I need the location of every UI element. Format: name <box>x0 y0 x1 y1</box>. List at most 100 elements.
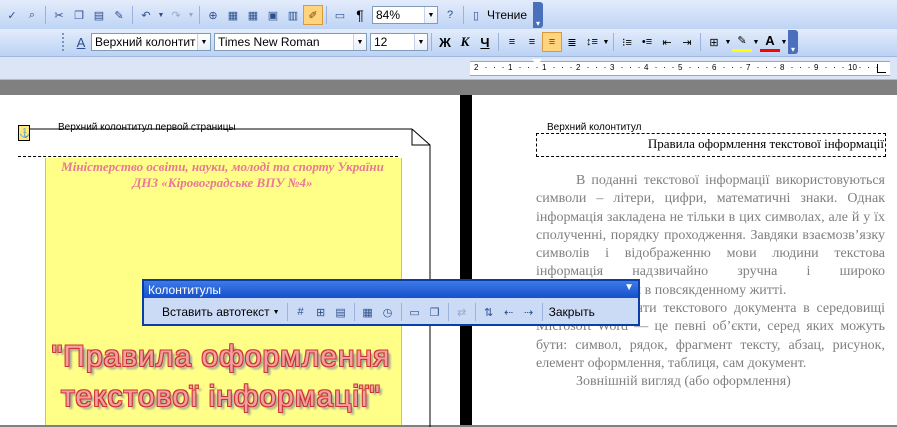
separator <box>463 6 464 24</box>
close-button[interactable]: Закрыть <box>546 305 598 319</box>
chevron-down-icon[interactable]: ▼ <box>197 34 210 50</box>
tables-borders-icon[interactable]: ▦ <box>223 5 243 25</box>
ruler-dot: · <box>773 62 777 72</box>
chevron-down-icon[interactable]: ▼ <box>353 34 366 50</box>
ruler-dot: · <box>688 62 692 72</box>
style-combo[interactable]: Верхний колонтит ▼ <box>91 33 211 51</box>
header-text: Правила оформлення текстової інформації <box>647 136 884 151</box>
copy-icon[interactable]: ❐ <box>69 5 89 25</box>
right-page[interactable]: Верхний колонтитул Правила оформлення те… <box>474 95 897 425</box>
cut-icon[interactable]: ✂ <box>49 5 69 25</box>
same-as-previous-icon[interactable]: ⇄ <box>452 302 472 322</box>
ruler-strip[interactable]: 2 · · · 1 · · · 1 · · · 2 · · · 3 · · · 4 · · · 5 · · · 6 · · · 7 · · · 8 · · ·… <box>470 59 890 76</box>
zoom-combo[interactable]: 84% ▼ <box>372 6 438 24</box>
highlight-icon[interactable]: ✎ <box>732 32 752 52</box>
separator <box>400 303 402 321</box>
separator <box>326 6 327 24</box>
ruler-dot: · <box>654 62 658 72</box>
borders-dropdown-icon[interactable]: ▼ <box>724 32 732 52</box>
align-left-icon[interactable]: ≡ <box>502 32 522 52</box>
time-icon[interactable]: ◷ <box>378 302 398 322</box>
show-formatting-icon[interactable]: ¶ <box>350 5 370 25</box>
numbering-icon[interactable]: ⁝≡ <box>617 32 637 52</box>
ruler-dot: · <box>620 62 624 72</box>
insert-autotext-button[interactable]: Вставить автотекст ▼ <box>158 305 284 319</box>
font-color-icon[interactable]: A <box>760 32 780 52</box>
font-color-dropdown-icon[interactable]: ▼ <box>780 32 788 52</box>
number-of-pages-icon[interactable]: ⊞ <box>311 302 331 322</box>
ruler-dot: · <box>501 62 505 72</box>
bold-button[interactable]: Ж <box>435 32 455 52</box>
line-spacing-icon[interactable]: ↕≡ <box>582 32 602 52</box>
reading-layout-icon[interactable]: ▯ <box>467 5 485 25</box>
font-combo[interactable]: Times New Roman ▼ <box>214 33 367 51</box>
toolbar-options-icon[interactable]: ▾ <box>533 2 544 28</box>
left-page[interactable]: Верхний колонтитул первой страницы ⚓ Мін… <box>0 95 458 427</box>
ruler-dot: · <box>518 62 522 72</box>
research-icon[interactable]: ⌕ <box>22 5 42 25</box>
formatting-toolbar: A Верхний колонтит ▼ Times New Roman ▼ 1… <box>0 29 897 57</box>
ruler-dot: · <box>867 62 870 72</box>
line-spacing-dropdown-icon[interactable]: ▼ <box>602 32 610 52</box>
spelling-icon[interactable]: ✓ <box>2 5 22 25</box>
anchor-icon[interactable]: ⚓ <box>18 125 30 141</box>
document-map-icon[interactable]: ▭ <box>330 5 350 25</box>
styles-formatting-icon[interactable]: A <box>71 32 91 52</box>
justify-icon[interactable]: ≣ <box>562 32 582 52</box>
underline-button[interactable]: Ч <box>475 32 495 52</box>
separator <box>286 303 288 321</box>
date-icon[interactable]: ▦ <box>358 302 378 322</box>
show-next-icon[interactable]: ⇢ <box>519 302 539 322</box>
indent-marker-icon[interactable] <box>532 59 542 66</box>
ruler-dot: · <box>663 62 666 72</box>
font-size-combo[interactable]: 12 ▼ <box>370 33 428 51</box>
switch-header-footer-icon[interactable]: ⇅ <box>479 302 499 322</box>
separator <box>353 303 355 321</box>
wordart-line-2[interactable]: текстової інформації" <box>16 380 426 414</box>
toolbar-menu-icon[interactable]: ▼ <box>624 282 634 293</box>
undo-icon[interactable]: ↶ <box>136 5 156 25</box>
chevron-down-icon[interactable]: ▼ <box>414 34 427 50</box>
decrease-indent-icon[interactable]: ⇤ <box>657 32 677 52</box>
page-setup-icon[interactable]: ▭ <box>405 302 425 322</box>
toolbar-titlebar[interactable]: Колонтитулы ▼ <box>144 281 638 298</box>
paste-icon[interactable]: ▤ <box>89 5 109 25</box>
toolbar-options-icon[interactable]: ▾ <box>788 30 798 54</box>
toolbar-grip[interactable] <box>62 33 67 51</box>
ruler-dot: · <box>765 62 768 72</box>
tab-stop-icon[interactable] <box>877 64 886 73</box>
wordart-line-1[interactable]: "Правила оформлення <box>16 340 426 374</box>
show-document-text-icon[interactable]: ❐ <box>425 302 445 322</box>
increase-indent-icon[interactable]: ⇥ <box>677 32 697 52</box>
italic-button[interactable]: К <box>455 32 475 52</box>
highlight-dropdown-icon[interactable]: ▼ <box>752 32 760 52</box>
format-painter-icon[interactable]: ✎ <box>109 5 129 25</box>
columns-icon[interactable]: ▥ <box>283 5 303 25</box>
ruler-tick-label: 4 <box>644 63 649 72</box>
ruler-dot: · <box>841 62 845 72</box>
ruler-dot: · <box>629 62 632 72</box>
insert-table-icon[interactable]: ▦ <box>243 5 263 25</box>
bullets-icon[interactable]: •≡ <box>637 32 657 52</box>
hyperlink-icon[interactable]: ⊕ <box>203 5 223 25</box>
show-previous-icon[interactable]: ⇠ <box>499 302 519 322</box>
chevron-down-icon[interactable]: ▼ <box>424 7 437 23</box>
ruler-dot: · <box>858 62 862 72</box>
redo-dropdown-icon[interactable]: ▼ <box>186 5 196 25</box>
ruler-dot: · <box>484 62 488 72</box>
drawing-icon[interactable]: ✐ <box>303 5 323 25</box>
redo-icon[interactable]: ↷ <box>166 5 186 25</box>
undo-dropdown-icon[interactable]: ▼ <box>156 5 166 25</box>
page-number-icon[interactable]: # <box>291 302 311 322</box>
ruler-tick-label: 1 <box>542 63 547 72</box>
ruler-dot: · <box>493 62 496 72</box>
insert-excel-icon[interactable]: ▣ <box>263 5 283 25</box>
align-right-icon[interactable]: ≡ <box>542 32 562 52</box>
reading-button[interactable]: Чтение <box>487 8 527 22</box>
format-page-number-icon[interactable]: ▤ <box>331 302 351 322</box>
borders-icon[interactable]: ⊞ <box>704 32 724 52</box>
ruler-tick-label: 2 <box>576 63 581 72</box>
help-icon[interactable]: ? <box>440 5 460 25</box>
align-center-icon[interactable]: ≡ <box>522 32 542 52</box>
separator <box>447 303 449 321</box>
